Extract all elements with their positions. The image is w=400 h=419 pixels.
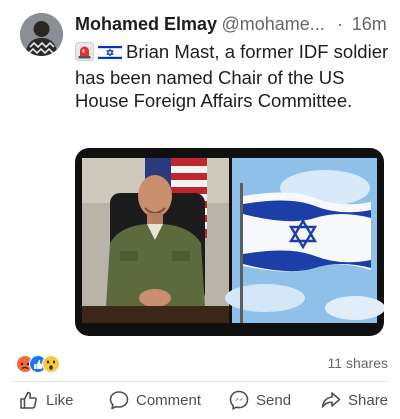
send-button[interactable]: Send [228, 388, 291, 412]
israel-flag-photo [225, 158, 384, 323]
share-arrow-icon [321, 392, 341, 408]
israel-flag-icon [97, 43, 123, 66]
like-button[interactable]: Like [18, 388, 74, 412]
messenger-icon [229, 390, 249, 411]
reaction-summary[interactable] [16, 355, 64, 373]
share-label: Share [348, 391, 389, 409]
author-handle[interactable]: @mohame... [222, 14, 325, 34]
share-count[interactable]: 11 shares [328, 355, 388, 371]
portrait-photo [82, 158, 229, 323]
divider [10, 381, 390, 382]
send-label: Send [256, 391, 292, 409]
action-bar: Like Comment Send Share [0, 385, 400, 415]
thumbs-up-icon [20, 391, 37, 409]
wow-icon [42, 355, 60, 373]
share-button[interactable]: Share [320, 388, 388, 412]
comment-label: Comment [136, 391, 202, 409]
rotating-light-icon [75, 42, 94, 66]
separator: · [337, 14, 344, 34]
author-name[interactable]: Mohamed Elmay [75, 14, 217, 34]
post-card: Mohamed Elmay @mohame... · 16m Brian Mas… [0, 0, 400, 419]
comment-button[interactable]: Comment [108, 388, 201, 412]
like-label: Like [46, 391, 74, 409]
avatar[interactable] [20, 13, 63, 56]
timestamp[interactable]: 16m [352, 14, 387, 34]
post-image[interactable] [75, 148, 384, 336]
post-header: Mohamed Elmay @mohame... · 16m [75, 14, 390, 38]
post-text: Brian Mast, a former IDF soldier has bee… [75, 40, 390, 112]
comment-bubble-icon [109, 391, 129, 410]
